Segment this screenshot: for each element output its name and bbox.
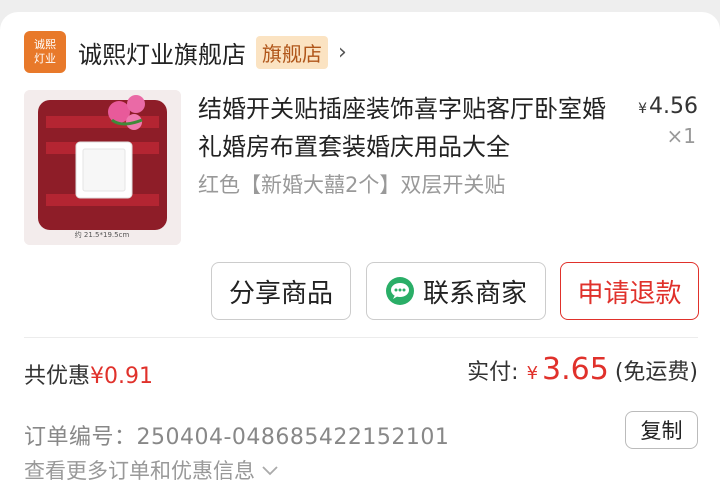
flagship-badge: 旗舰店 — [256, 35, 328, 69]
product-quantity: ×1 — [666, 124, 696, 148]
wechat-chat-icon — [385, 277, 414, 305]
product-price: ¥4.56 — [638, 94, 698, 119]
price-currency: ¥ — [638, 101, 648, 117]
discount-summary: 共优惠¥0.91 — [24, 358, 153, 390]
paid-label: 实付: — [467, 360, 519, 385]
product-image: 约 21.5*19.5cm — [24, 90, 181, 245]
order-card: 诚熙 灯业 诚熙灯业旗舰店 旗舰店 › 约 21.5*19.5cm 结婚开关贴插… — [0, 12, 720, 497]
paid-currency: ¥ — [526, 363, 539, 384]
store-header[interactable]: 诚熙 灯业 诚熙灯业旗舰店 旗舰店 › — [24, 31, 347, 73]
paid-summary: 实付: ¥ 3.65 (免运费) — [467, 352, 698, 387]
contact-seller-label: 联系商家 — [422, 278, 527, 309]
store-logo-line1: 诚熙 — [34, 38, 56, 51]
product-size-text: 约 21.5*19.5cm — [75, 230, 130, 239]
chevron-right-icon[interactable]: › — [338, 40, 347, 65]
product-title[interactable]: 结婚开关贴插座装饰喜字贴客厅卧室婚礼婚房布置套装婚庆用品大全 — [198, 90, 610, 166]
shipping-note: (免运费) — [614, 360, 698, 385]
more-orders-link[interactable]: 查看更多订单和优惠信息 — [24, 455, 279, 485]
request-refund-button[interactable]: 申请退款 — [560, 262, 699, 320]
store-name[interactable]: 诚熙灯业旗舰店 — [78, 35, 246, 70]
discount-value: ¥0.91 — [90, 364, 153, 389]
share-product-button[interactable]: 分享商品 — [211, 262, 351, 320]
copy-button[interactable]: 复制 — [625, 411, 698, 449]
discount-label: 共优惠 — [24, 364, 91, 389]
product-thumbnail[interactable]: 约 21.5*19.5cm — [24, 90, 181, 245]
store-logo-line2: 灯业 — [34, 52, 56, 65]
price-value: 4.56 — [649, 94, 698, 119]
product-spec: 红色【新婚大囍2个】双层开关贴 — [198, 173, 506, 197]
chevron-down-icon — [262, 466, 278, 476]
order-number: 订单编号：250404-048685422152101 — [24, 425, 450, 450]
more-orders-label: 查看更多订单和优惠信息 — [24, 459, 255, 483]
paid-value: 3.65 — [542, 352, 609, 387]
store-logo: 诚熙 灯业 — [24, 31, 66, 73]
divider — [24, 337, 698, 338]
contact-seller-button[interactable]: 联系商家 — [366, 262, 546, 320]
